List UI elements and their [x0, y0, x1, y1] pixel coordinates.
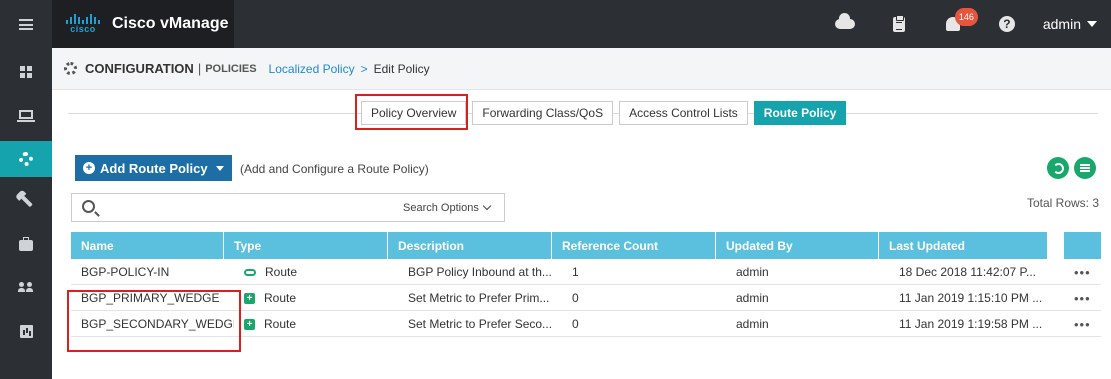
cell-description: BGP Policy Inbound at th... — [408, 265, 552, 279]
cell-updated-by: admin — [736, 317, 769, 331]
search-icon — [82, 200, 95, 213]
cell-last-updated: 11 Jan 2019 1:19:58 PM ... — [899, 317, 1043, 331]
alerts-badge: 146 — [954, 8, 978, 26]
wrench-icon — [19, 193, 33, 207]
top-bar: cisco Cisco vManage 146 ? admin — [0, 0, 1111, 48]
help-icon[interactable]: ? — [989, 0, 1025, 48]
sidebar-item-tools[interactable] — [0, 182, 52, 218]
users-icon — [18, 282, 34, 292]
plus-square-icon: + — [244, 292, 255, 304]
user-menu[interactable]: admin — [1043, 16, 1097, 32]
analytics-icon — [19, 324, 33, 338]
cell-updated-by: admin — [736, 291, 769, 305]
search-options-label: Search Options — [403, 201, 479, 214]
brand[interactable]: cisco Cisco vManage — [52, 0, 234, 48]
refresh-icon — [1052, 162, 1064, 174]
table-header: Name Type Description Reference Count Up… — [71, 232, 1101, 259]
column-header-actions — [1064, 232, 1101, 259]
cell-description: Set Metric to Prefer Prim... — [408, 291, 550, 305]
monitor-icon — [17, 109, 35, 122]
sidebar-item-maintenance[interactable] — [0, 227, 52, 263]
column-header-reference-count[interactable]: Reference Count — [552, 232, 716, 259]
table-row[interactable]: BGP-POLICY-IN Route BGP Policy Inbound a… — [71, 259, 1101, 285]
cell-description: Set Metric to Prefer Seco... — [408, 317, 552, 331]
column-header-name[interactable]: Name — [71, 232, 224, 259]
cisco-logo: cisco — [66, 14, 100, 34]
cell-type: + Route — [234, 285, 388, 311]
column-header-description[interactable]: Description — [388, 232, 552, 259]
sidebar-item-dashboard[interactable] — [0, 54, 52, 90]
page-subtitle: POLICIES — [205, 62, 257, 75]
breadcrumb-localized-policy[interactable]: Localized Policy — [269, 62, 355, 76]
refresh-button[interactable] — [1047, 157, 1069, 179]
breadcrumb-separator: > — [360, 61, 368, 76]
cell-type: + Route — [234, 311, 388, 337]
gear-icon — [64, 62, 77, 75]
page-title: CONFIGURATION — [85, 61, 194, 76]
annotation-highlight-box — [355, 94, 468, 130]
sidebar-item-monitor[interactable] — [0, 96, 52, 132]
cell-reference-count: 1 — [572, 265, 579, 279]
cell-last-updated: 11 Jan 2019 1:15:10 PM ... — [899, 291, 1043, 305]
bell-icon[interactable]: 146 — [935, 0, 978, 48]
tab-access-control-lists[interactable]: Access Control Lists — [619, 101, 748, 125]
tab-route-policy[interactable]: Route Policy — [753, 101, 847, 125]
cell-reference-count: 0 — [572, 291, 579, 305]
add-route-policy-button[interactable]: + Add Route Policy — [75, 155, 232, 181]
cell-type: Route — [234, 259, 388, 285]
search-options-dropdown[interactable]: Search Options — [395, 194, 505, 221]
clipboard-icon[interactable] — [881, 0, 917, 48]
caret-down-icon — [215, 165, 224, 171]
cell-name: BGP-POLICY-IN — [81, 265, 170, 279]
sidebar-item-administration[interactable] — [0, 269, 52, 305]
chevron-down-icon — [482, 201, 492, 210]
breadcrumb-current: Edit Policy — [373, 61, 430, 76]
table-menu-button[interactable] — [1074, 157, 1096, 179]
hamburger-menu-icon[interactable] — [0, 0, 52, 48]
cell-updated-by: admin — [736, 265, 769, 279]
dashboard-icon — [20, 66, 32, 78]
total-rows: Total Rows: 3 — [1026, 196, 1099, 210]
sidebar-item-analytics[interactable] — [0, 313, 52, 349]
search-bar: Search Options — [71, 193, 505, 222]
page-header: CONFIGURATION | POLICIES Localized Polic… — [52, 48, 1111, 90]
sidebar — [0, 48, 52, 379]
cloud-icon[interactable] — [827, 0, 863, 48]
cell-last-updated: 18 Dec 2018 11:42:07 P... — [899, 265, 1036, 279]
title-separator: | — [197, 61, 202, 76]
link-icon — [244, 268, 256, 276]
cell-reference-count: 0 — [572, 317, 579, 331]
gear-icon — [19, 152, 33, 166]
plus-square-icon: + — [244, 318, 255, 330]
caret-down-icon — [1087, 21, 1097, 27]
column-header-updated-by[interactable]: Updated By — [716, 232, 879, 259]
row-actions-menu[interactable]: ••• — [1074, 285, 1091, 311]
briefcase-icon — [19, 236, 33, 251]
sidebar-item-configuration[interactable] — [0, 141, 52, 177]
search-input[interactable] — [104, 198, 394, 218]
tab-forwarding-class-qos[interactable]: Forwarding Class/QoS — [472, 101, 614, 125]
app-title: Cisco vManage — [112, 15, 229, 32]
row-actions-menu[interactable]: ••• — [1074, 311, 1091, 337]
plus-circle-icon: + — [83, 162, 95, 174]
add-route-policy-hint: (Add and Configure a Route Policy) — [240, 162, 429, 176]
add-route-policy-label: Add Route Policy — [100, 160, 208, 176]
column-header-type[interactable]: Type — [224, 232, 388, 259]
list-icon — [1080, 164, 1090, 172]
column-header-last-updated[interactable]: Last Updated — [879, 232, 1048, 259]
user-name: admin — [1042, 16, 1081, 32]
annotation-highlight-box — [67, 290, 241, 352]
row-actions-menu[interactable]: ••• — [1074, 259, 1091, 285]
